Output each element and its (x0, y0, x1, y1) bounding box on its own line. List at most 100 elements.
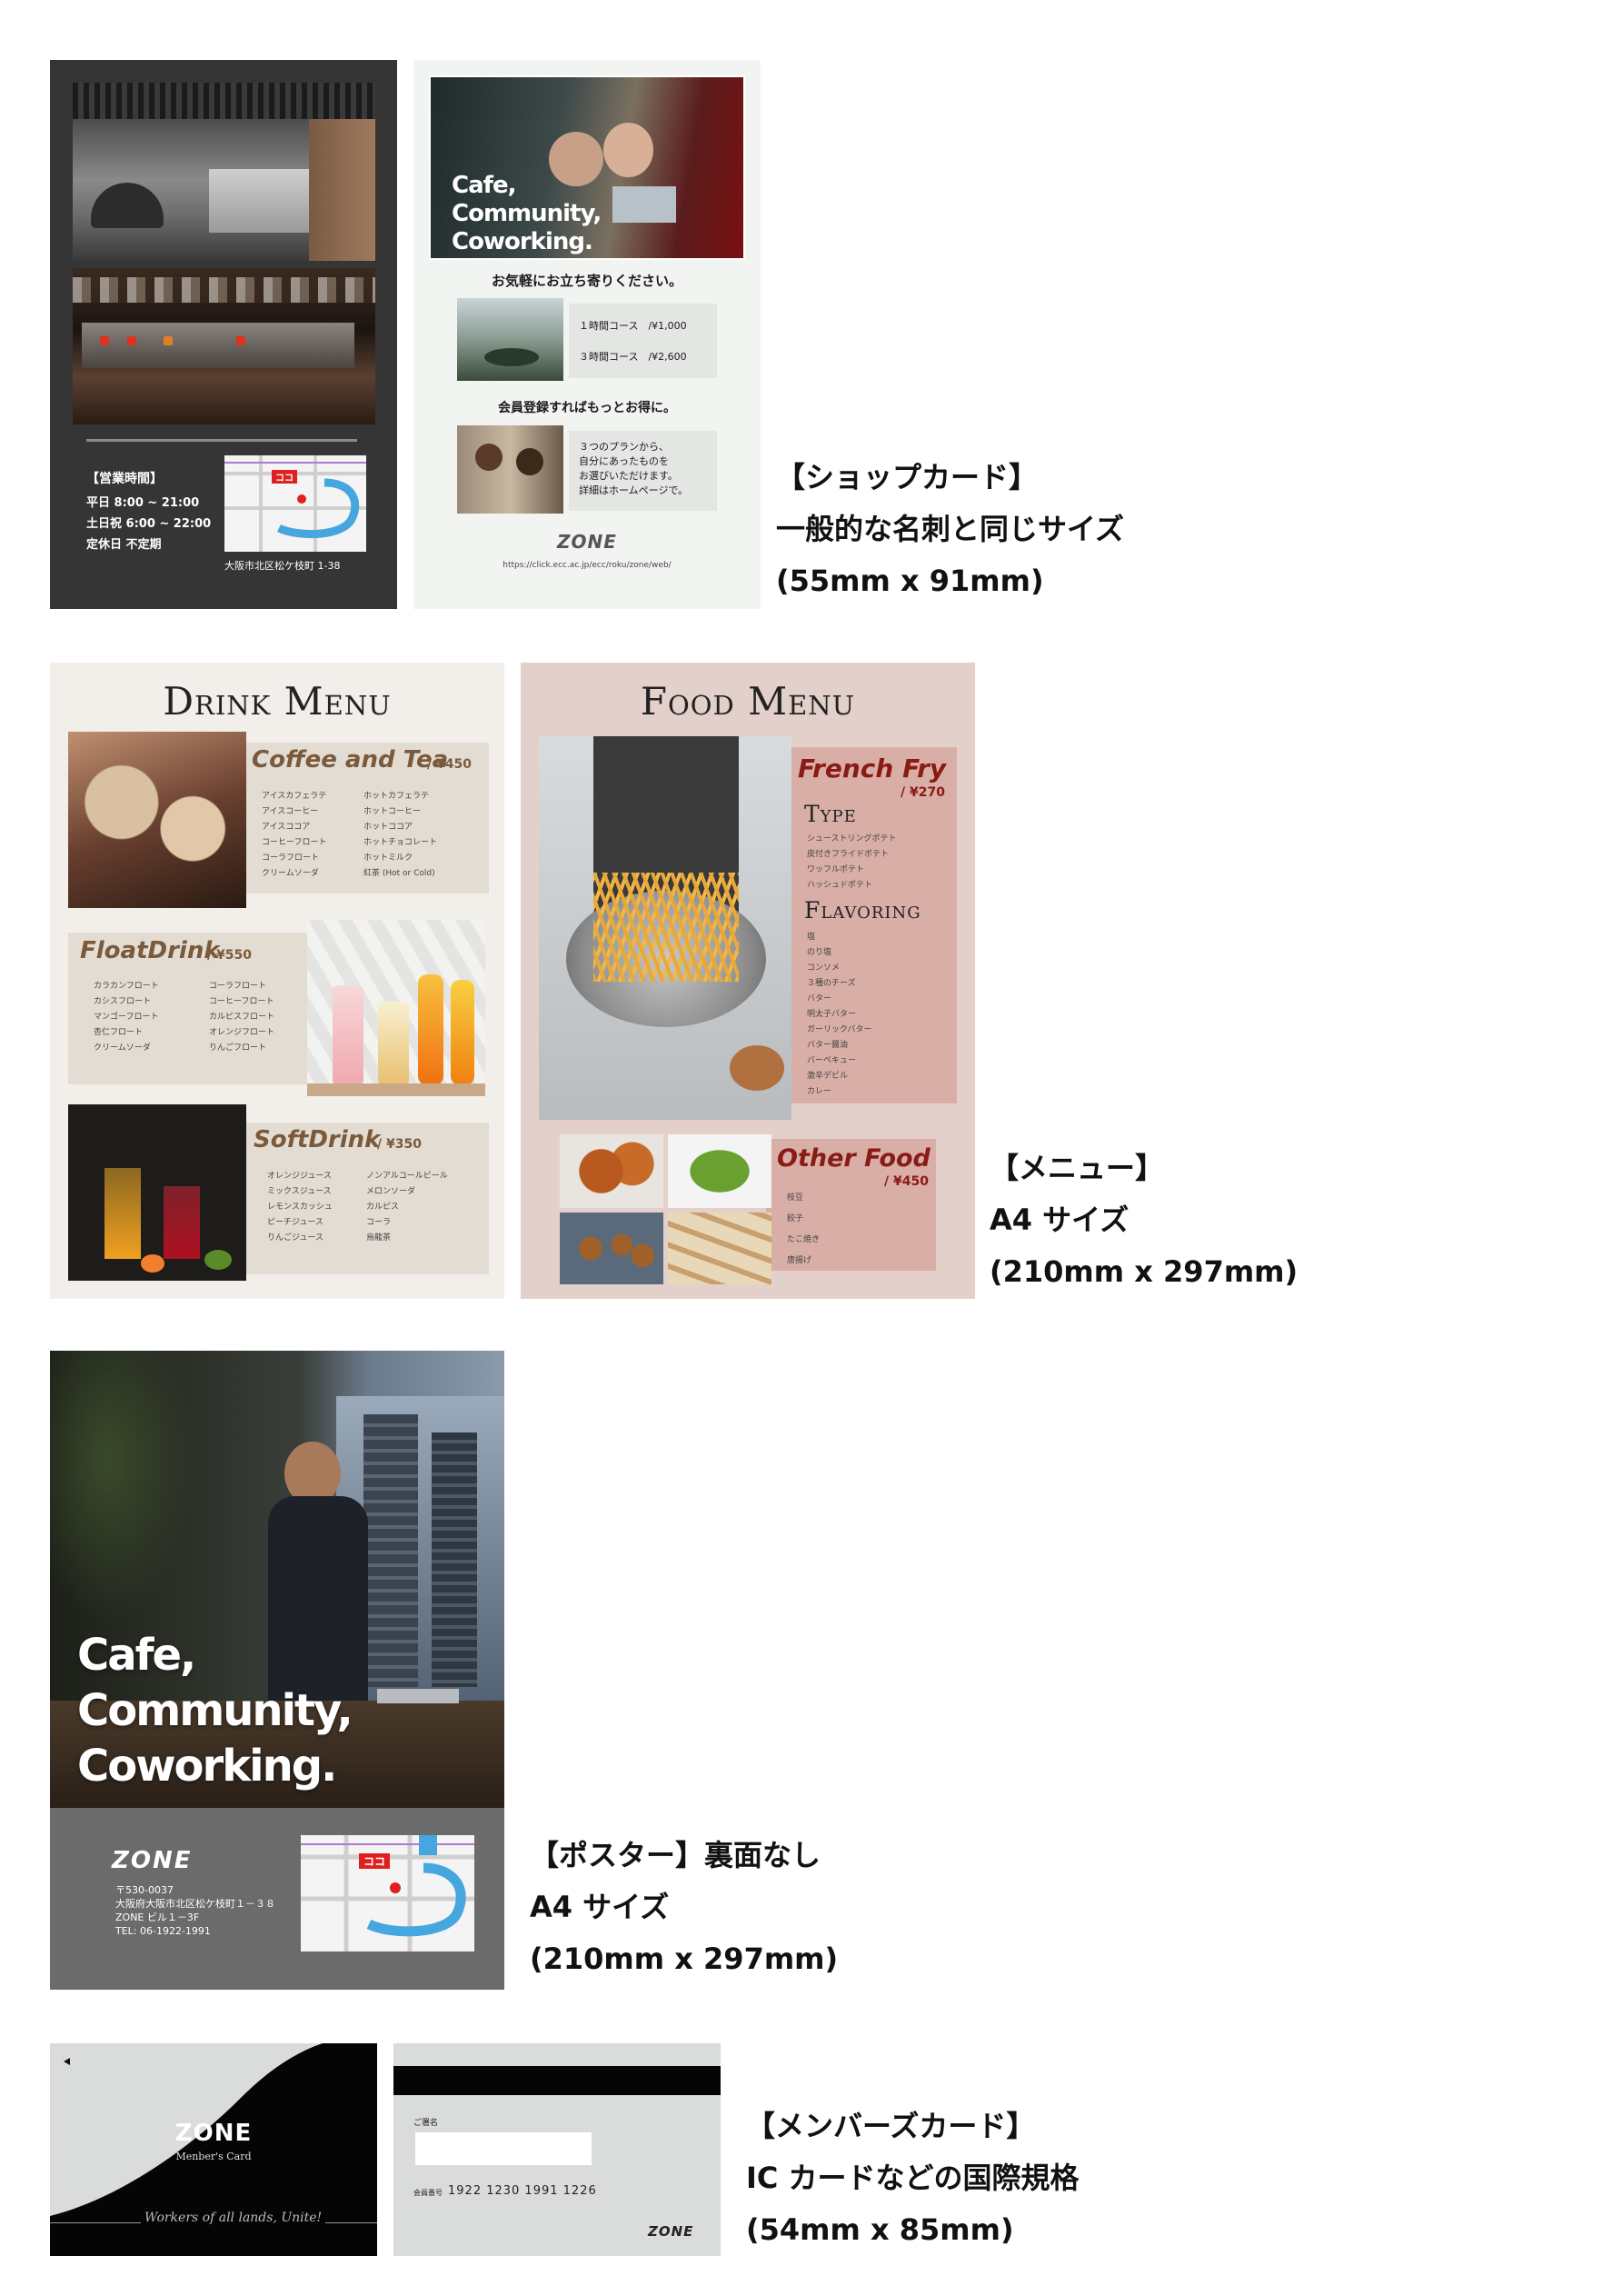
magnetic-stripe (393, 2066, 721, 2095)
lobby-photo (73, 83, 375, 261)
other-price: / ¥450 (884, 1174, 929, 1189)
member-card-front: ZONE Menber's Card Workers of all lands,… (50, 2043, 377, 2256)
float-item: カラカンフロート (94, 982, 159, 991)
float-item: カルピスフロート (209, 1013, 275, 1022)
fry-flavor-item: ガーリックバター (807, 1025, 872, 1034)
hours-title: 【営業時間】 (86, 472, 163, 486)
fry-type-title: Type (804, 801, 857, 827)
course-box (569, 304, 717, 378)
caption-shopcard-size: (55mm x 91mm) (776, 564, 1044, 598)
caption-poster-desc: A4 サイズ (530, 1890, 670, 1924)
poster-zip: 〒530-0037 (115, 1884, 174, 1896)
shop-address: 大阪市北区松ケ枝町 1-38 (224, 560, 341, 572)
soft-title: SoftDrink (254, 1126, 381, 1153)
coffee-item: コーヒーフロート (262, 838, 327, 847)
float-item: カシスフロート (94, 997, 152, 1006)
caption-member-size: (54mm x 85mm) (746, 2212, 1014, 2247)
zone-logo: ZONE (557, 531, 617, 553)
fry-flavor-item: 塩 (807, 933, 816, 942)
member-number-label: 会員番号 (413, 2189, 443, 2197)
caption-poster-size: (210mm x 297mm) (530, 1942, 839, 1976)
float-item: コーラフロート (209, 982, 267, 991)
other-item: たこ焼き (787, 1235, 821, 1244)
soft-item: レモンスカッシュ (267, 1203, 333, 1212)
hours-weekend: 土日祝 6:00 ~ 22:00 (86, 517, 212, 531)
fry-flavor-item: バター醤油 (807, 1041, 849, 1050)
float-item: オレンジフロート (209, 1028, 275, 1037)
coffee-item: コーラフロート (262, 854, 320, 863)
poster-headline: Cafe, Community, Coworking. (77, 1628, 353, 1794)
other-item: 唐揚げ (787, 1256, 812, 1265)
juice-photo (68, 1104, 246, 1281)
soft-item: オレンジジュース (267, 1172, 332, 1181)
soft-list-1: オレンジジュース ミックスジュース レモンスカッシュ ピーチジュース りんごジュ… (267, 1169, 333, 1246)
soft-price: / ¥350 (377, 1137, 422, 1152)
fry-type-item: ワッフルポテト (807, 865, 865, 874)
coffee-list-1: アイスカフェラテ アイスコーヒー アイスココア コーヒーフロート コーラフロート… (262, 789, 326, 882)
fry-title: French Fry (798, 754, 947, 784)
caption-poster: 【ポスター】裏面なし A4 サイズ (210mm x 297mm) (530, 1830, 838, 1985)
poster-headline-community: Community, (77, 1685, 353, 1736)
caption-member: 【メンバーズカード】 IC カードなどの国際規格 (54mm x 85mm) (746, 2101, 1080, 2256)
gyoza-photo (668, 1213, 771, 1284)
course-2: ３時間コース /¥2,600 (579, 351, 687, 363)
soft-item: ノンアルコールビール (366, 1172, 448, 1181)
coffee-item: アイスコーヒー (262, 807, 319, 816)
float-item: りんごフロート (209, 1043, 267, 1053)
shopcard-headline: Cafe, Community, Coworking. (452, 172, 602, 256)
caption-member-title: 【メンバーズカード】 (746, 2109, 1036, 2143)
poster-headline-coworking: Coworking. (77, 1741, 337, 1792)
fry-type-list: シューストリングポテト 皮付きフライドポテト ワッフルポテト ハッシュドポテト (807, 832, 897, 893)
shopcard-front: 【営業時間】 平日 8:00 ~ 21:00 土日祝 6:00 ~ 22:00 … (50, 60, 397, 609)
float-item: コーヒーフロート (209, 997, 274, 1006)
other-item: 枝豆 (787, 1193, 804, 1203)
coffee-title: Coffee and Tea (252, 746, 449, 774)
coworking-room-photo (457, 298, 563, 381)
food-menu-title: Food Menu (640, 679, 856, 724)
french-fry-photo (539, 736, 791, 1120)
fry-flavor-item: カレー (807, 1087, 832, 1096)
member-text-4: 詳細はホームページで。 (579, 484, 689, 496)
caption-menu-desc: A4 サイズ (990, 1203, 1129, 1237)
member-text-3: お選びいただけます。 (579, 470, 678, 482)
edamame-photo (668, 1134, 771, 1208)
course-1: １時間コース /¥1,000 (579, 320, 687, 332)
espresso-machine-photo (73, 268, 375, 424)
headline-cafe: Cafe, (452, 172, 516, 199)
meeting-photo (457, 425, 563, 514)
soft-list-2: ノンアルコールビール メロンソーダ カルピス コーラ 烏龍茶 (366, 1169, 448, 1246)
drink-menu: Drink Menu Coffee and Tea / ¥450 アイスカフェラ… (50, 663, 504, 1299)
headline-coworking: Coworking. (452, 228, 593, 255)
fry-flavor-item: コンソメ (807, 963, 841, 973)
hours-holiday: 定休日 不定期 (86, 538, 162, 552)
caption-menu: 【メニュー】 A4 サイズ (210mm x 297mm) (990, 1143, 1298, 1298)
divider (86, 439, 357, 442)
opening-hours: 【営業時間】 平日 8:00 ~ 21:00 土日祝 6:00 ~ 22:00 … (86, 469, 211, 555)
coffee-item: アイスココア (262, 823, 311, 832)
poster-map-marker: ココ (359, 1853, 391, 1869)
drink-menu-title: Drink Menu (163, 679, 392, 724)
float-list-1: カラカンフロート カシスフロート マンゴーフロート 杏仁フロート クリームソーダ (94, 979, 159, 1056)
signature-field (415, 2132, 592, 2165)
caption-shopcard: 【ショップカード】 一般的な名刺と同じサイズ (55mm x 91mm) (776, 452, 1124, 607)
soft-item: ピーチジュース (267, 1218, 323, 1227)
fry-type-item: ハッシュドポテト (807, 881, 873, 890)
hours-weekday: 平日 8:00 ~ 21:00 (86, 496, 200, 510)
access-map: ココ (224, 455, 366, 552)
member-card-slogan: Workers of all lands, Unite! (141, 2211, 326, 2225)
latte-art-photo (68, 732, 246, 908)
poster-map: ココ (301, 1835, 474, 1952)
shopcard-back: Cafe, Community, Coworking. お気軽にお立ち寄りくださ… (413, 60, 761, 609)
coffee-list-2: ホットカフェラテ ホットコーヒー ホットココア ホットチョコレート ホットミルク… (363, 789, 437, 882)
welcome-text: お気軽にお立ち寄りください。 (491, 273, 682, 289)
fry-price: / ¥270 (901, 785, 945, 800)
float-item: 杏仁フロート (94, 1028, 144, 1037)
poster-logo: ZONE (112, 1847, 193, 1874)
member-heading: 会員登録すればもっとお得に。 (498, 401, 676, 415)
other-list: 枝豆 餃子 たこ焼き 唐揚げ (787, 1188, 820, 1272)
soft-item: コーラ (366, 1218, 392, 1227)
caption-member-desc: IC カードなどの国際規格 (746, 2161, 1080, 2195)
poster-tel: TEL: 06-1922-1991 (115, 1925, 211, 1937)
float-drinks-photo (307, 920, 485, 1096)
poster-street: 大阪府大阪市北区松ケ枝町１－３８ (115, 1898, 275, 1910)
